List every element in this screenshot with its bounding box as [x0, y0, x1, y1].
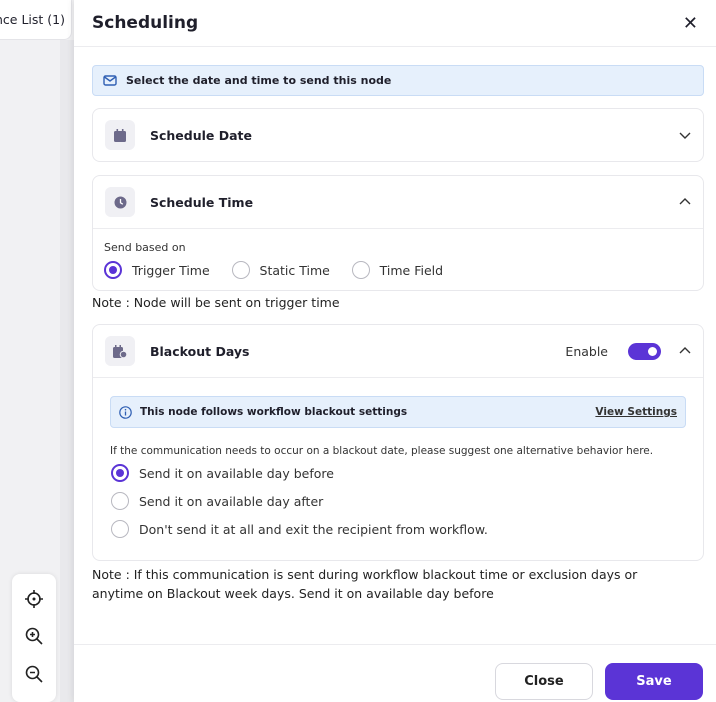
blackout-enable-toggle[interactable] [628, 342, 661, 360]
radio-label: Trigger Time [132, 262, 210, 278]
dialog-footer-divider [74, 644, 716, 645]
info-banner: Select the date and time to send this no… [92, 65, 704, 96]
info-text: Select the date and time to send this no… [126, 74, 392, 87]
info-icon [119, 405, 132, 419]
background-tab[interactable]: ence List (1) [0, 0, 72, 40]
canvas-toolbar [12, 574, 56, 702]
blackout-info-banner: This node follows workflow blackout sett… [110, 396, 686, 428]
schedule-date-card[interactable]: Schedule Date [92, 108, 704, 162]
radio-dont-send[interactable]: Don't send it at all and exit the recipi… [111, 520, 685, 538]
radio-send-before[interactable]: Send it on available day before [111, 464, 685, 482]
radio-label: Static Time [259, 262, 330, 278]
chevron-up-icon[interactable] [679, 345, 691, 357]
save-button[interactable]: Save [605, 663, 703, 700]
schedule-time-title: Schedule Time [150, 194, 254, 210]
blackout-title: Blackout Days [150, 343, 250, 359]
recenter-icon[interactable] [24, 589, 44, 609]
dialog-title: Scheduling [92, 13, 199, 33]
radio-static-time[interactable]: Static Time [231, 261, 330, 279]
radio-label: Don't send it at all and exit the recipi… [139, 521, 488, 537]
enable-label: Enable [565, 343, 608, 359]
chevron-down-icon[interactable] [679, 129, 691, 141]
schedule-date-title: Schedule Date [150, 127, 253, 143]
clock-icon [114, 196, 126, 208]
blackout-days-card: Blackout Days Enable This node follows w… [92, 324, 704, 561]
radio-label: Send it on available day after [139, 493, 324, 509]
radio-time-field[interactable]: Time Field [351, 261, 444, 279]
mail-icon [103, 75, 117, 86]
blackout-note: Note : If this communication is sent dur… [92, 567, 638, 601]
close-icon[interactable]: ✕ [683, 13, 698, 34]
send-based-on-label: Send based on [104, 241, 186, 254]
background-panel [60, 40, 74, 702]
tab-label: ence List (1) [0, 12, 65, 27]
time-note: Note : Node will be sent on trigger time [92, 295, 340, 310]
close-button[interactable]: Close [495, 663, 593, 700]
blackout-question: If the communication needs to occur on a… [110, 445, 654, 457]
radio-label: Send it on available day before [139, 465, 334, 481]
zoom-in-icon[interactable] [24, 626, 44, 646]
scheduling-dialog: Scheduling ✕ Select the date and time to… [74, 0, 716, 702]
zoom-out-icon[interactable] [24, 664, 44, 684]
radio-send-after[interactable]: Send it on available day after [111, 492, 685, 510]
calendar-icon [114, 128, 126, 142]
schedule-time-card: Schedule Time Send based on Trigger Time… [92, 175, 704, 291]
view-settings-link[interactable]: View Settings [595, 406, 677, 418]
calendar-blackout-icon [113, 344, 127, 358]
radio-label: Time Field [379, 262, 444, 278]
radio-trigger-time[interactable]: Trigger Time [104, 261, 210, 279]
blackout-info-text: This node follows workflow blackout sett… [140, 406, 408, 418]
chevron-up-icon[interactable] [679, 196, 691, 208]
